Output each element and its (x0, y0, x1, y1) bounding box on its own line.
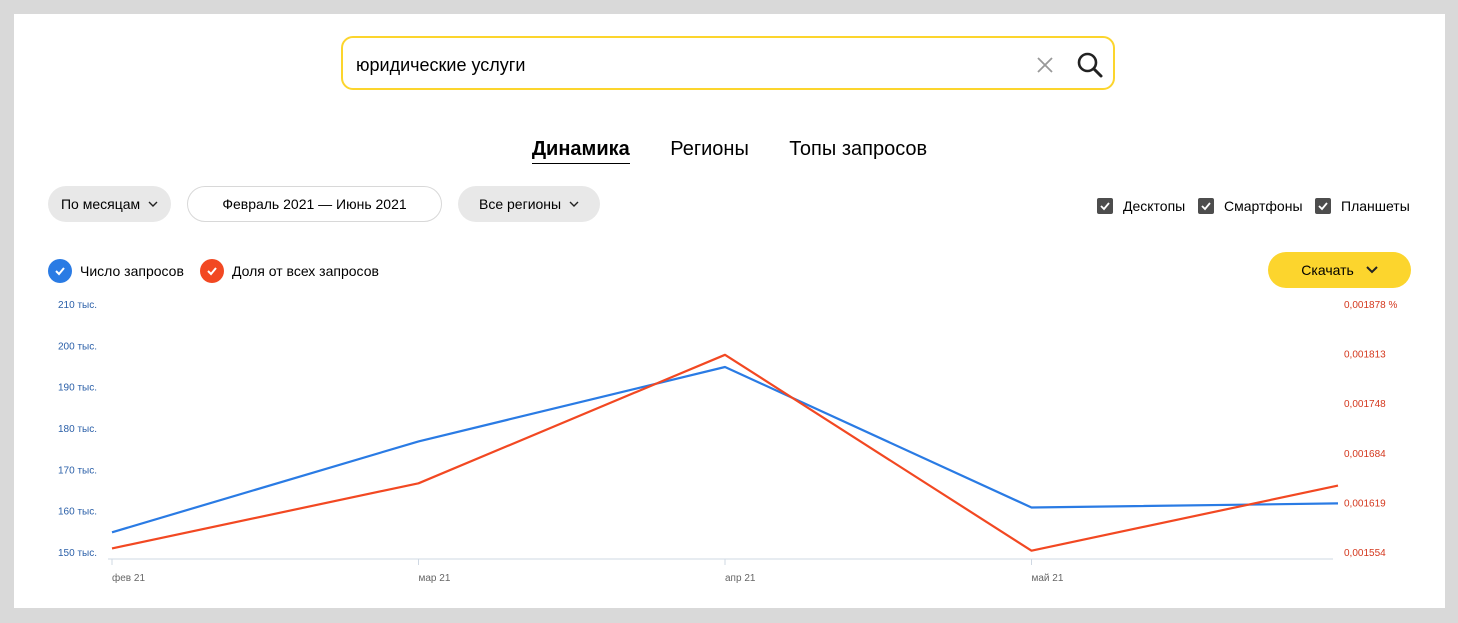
y-tick-label-left: 190 тыс. (58, 383, 97, 394)
line-chart: 150 тыс. 160 тыс. 170 тыс. 180 тыс. 190 тыс.… (58, 300, 1397, 584)
page-frame: Динамика Регионы Топы запросов По месяца… (14, 14, 1445, 608)
y-tick-label-right: 0,001684 (1344, 449, 1386, 460)
x-tick-label: апр 21 (725, 573, 756, 584)
y-tick-label-left: 150 тыс. (58, 548, 97, 559)
y-tick-label-right: 0,001554 (1344, 548, 1386, 559)
y-tick-label-right: 0,001748 (1344, 399, 1386, 410)
x-tick-label: май 21 (1032, 573, 1064, 584)
y-tick-label-left: 170 тыс. (58, 465, 97, 476)
y-tick-label-left: 210 тыс. (58, 300, 97, 311)
y-tick-label-right: 0,001619 (1344, 498, 1386, 509)
y-tick-label-right: 0,001813 (1344, 350, 1386, 361)
series-line-count (111, 365, 1339, 534)
series-line-share (111, 353, 1339, 552)
x-tick-label: мар 21 (419, 573, 451, 584)
y-tick-label-left: 160 тыс. (58, 507, 97, 518)
y-tick-label-left: 180 тыс. (58, 424, 97, 435)
y-tick-label-left: 200 тыс. (58, 341, 97, 352)
x-tick-label: фев 21 (112, 572, 145, 584)
y-tick-label-right: 0,001878 % (1344, 300, 1397, 311)
